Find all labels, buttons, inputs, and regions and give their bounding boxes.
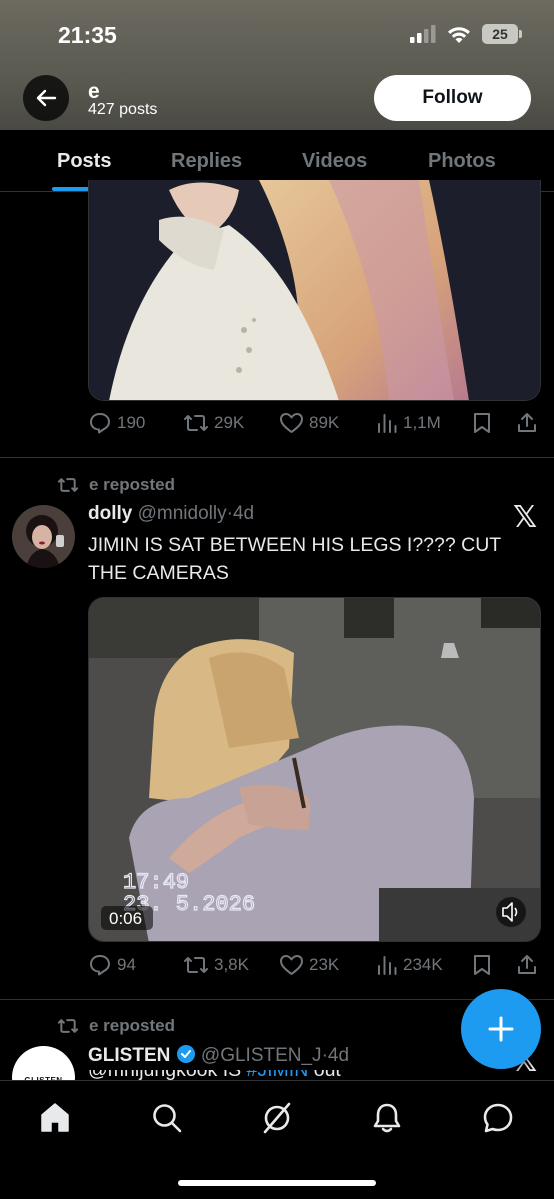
bookmark-button[interactable]	[471, 953, 493, 977]
views-button[interactable]: 1,1M	[376, 411, 441, 435]
repost-icon	[184, 957, 208, 973]
repost-indicator: e reposted	[57, 1016, 175, 1036]
repost-small-icon	[57, 1019, 79, 1033]
hashtag-link[interactable]: #JIMIN	[247, 1070, 309, 1080]
post-text: @mnijungkook IS #JIMIN out	[88, 1070, 468, 1080]
verified-icon	[176, 1045, 195, 1063]
profile-post-count: 427 posts	[88, 101, 158, 118]
share-button[interactable]	[515, 953, 539, 977]
repost-button[interactable]: 3,8K	[183, 953, 249, 977]
views-button[interactable]: 234K	[376, 953, 443, 977]
reply-button[interactable]: 190	[88, 411, 145, 435]
nav-notifications[interactable]	[370, 1101, 404, 1135]
author-handle[interactable]: @GLISTEN_J	[201, 1045, 322, 1066]
repost-count: 29K	[214, 413, 245, 432]
plus-icon	[488, 1016, 514, 1042]
repost-indicator: e reposted	[57, 475, 175, 495]
views-icon	[378, 956, 397, 975]
nav-messages[interactable]	[481, 1101, 515, 1135]
home-indicator	[178, 1180, 376, 1186]
status-icons: 25	[410, 24, 522, 44]
post-author: dolly @mnidolly·4d	[88, 503, 254, 525]
repost-count: 3,8K	[214, 955, 249, 974]
post-image[interactable]	[88, 180, 541, 401]
nav-search[interactable]	[150, 1101, 184, 1135]
bookmark-icon	[474, 955, 490, 975]
nav-grok[interactable]	[260, 1101, 294, 1135]
post-time: 4d	[327, 1045, 350, 1066]
repost-small-icon	[57, 478, 79, 492]
avatar[interactable]	[12, 505, 75, 568]
tab-photos[interactable]: Photos	[428, 150, 496, 173]
like-count: 23K	[309, 955, 340, 974]
share-icon	[518, 955, 536, 974]
like-button[interactable]: 89K	[279, 411, 339, 435]
status-time: 21:35	[58, 22, 117, 48]
search-icon	[153, 1104, 182, 1133]
views-icon	[378, 414, 397, 433]
tab-posts[interactable]: Posts	[57, 150, 111, 173]
notifications-icon	[373, 1103, 401, 1133]
reply-count: 190	[117, 413, 146, 432]
video-duration: 0:06	[109, 909, 142, 928]
post-divider	[0, 999, 554, 1000]
back-arrow-icon	[36, 89, 57, 107]
like-count: 89K	[309, 413, 340, 432]
messages-icon	[483, 1103, 513, 1133]
bookmark-button[interactable]	[471, 411, 493, 435]
share-button[interactable]	[515, 411, 539, 435]
post-time: 4d	[232, 503, 255, 524]
post-text-clip: @mnijungkook IS #JIMIN out	[88, 1070, 468, 1080]
battery-indicator: 25	[482, 24, 522, 44]
post-text: JIMIN IS SAT BETWEEN HIS LEGS I???? CUT …	[88, 534, 501, 584]
reply-button[interactable]: 94	[88, 953, 136, 977]
x-logo-icon: 𝕏	[513, 501, 538, 534]
grok-icon	[263, 1102, 291, 1134]
author-name[interactable]: dolly	[88, 503, 132, 524]
signal-icon	[410, 25, 436, 43]
tab-videos[interactable]: Videos	[302, 150, 367, 173]
post-author: GLISTEN @GLISTEN_J·4d	[88, 1044, 349, 1067]
reply-icon	[90, 955, 110, 976]
views-count: 234K	[403, 955, 443, 974]
reply-count: 94	[117, 955, 136, 974]
follow-button[interactable]: Follow	[374, 75, 531, 121]
author-name[interactable]: GLISTEN	[88, 1045, 170, 1066]
repost-button[interactable]: 29K	[183, 411, 244, 435]
compose-button[interactable]	[461, 989, 541, 1069]
like-icon	[280, 955, 303, 975]
post-actions: 94 3,8K 23K 234K	[88, 953, 540, 983]
views-count: 1,1M	[403, 413, 441, 432]
back-button[interactable]	[23, 75, 69, 121]
profile-header: 21:35 25 e 427 posts Follow	[0, 0, 554, 130]
repost-indicator-label: e reposted	[89, 475, 175, 494]
wifi-icon	[448, 26, 470, 43]
home-icon	[41, 1103, 69, 1132]
like-icon	[280, 413, 303, 433]
bookmark-icon	[474, 413, 490, 433]
repost-icon	[184, 415, 208, 431]
post-actions: 190 29K 89K 1,1M	[88, 411, 540, 441]
author-handle[interactable]: @mnidolly	[138, 503, 227, 524]
post-divider	[0, 457, 554, 458]
reply-icon	[90, 413, 110, 434]
nav-home[interactable]	[38, 1101, 72, 1135]
share-icon	[518, 413, 536, 432]
repost-indicator-label: e reposted	[89, 1016, 175, 1035]
like-button[interactable]: 23K	[279, 953, 339, 977]
tab-replies[interactable]: Replies	[171, 150, 242, 173]
post-video[interactable]: 17:49 23. 5.2026 0:06	[88, 597, 541, 942]
